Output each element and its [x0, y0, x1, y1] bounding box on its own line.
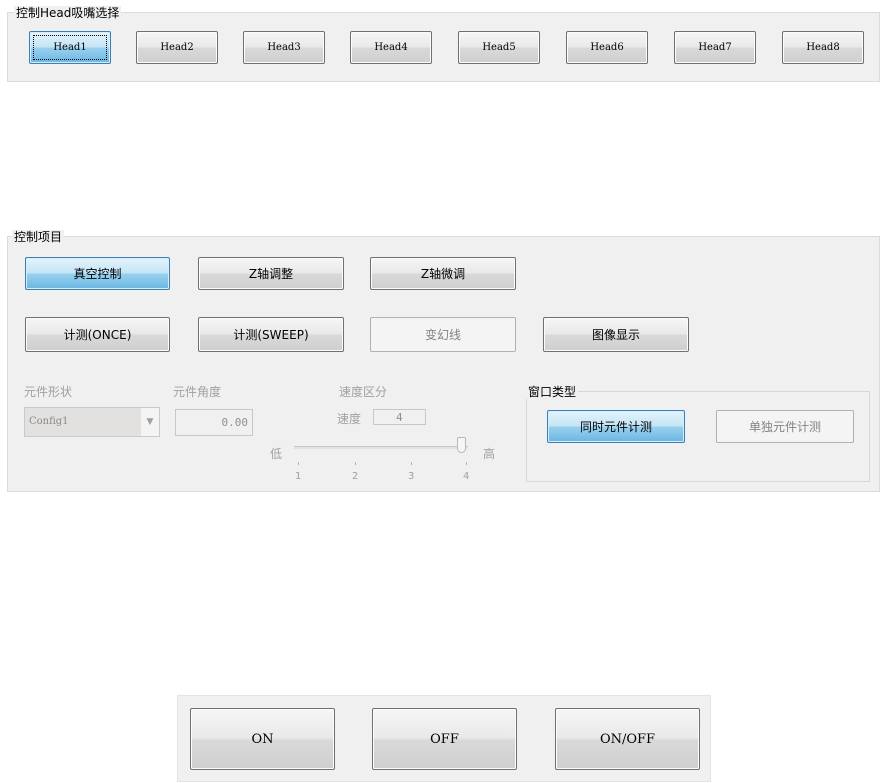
measure-once-button[interactable]: 计测(ONCE) [25, 317, 170, 352]
speed-slider-thumb[interactable] [457, 437, 466, 453]
component-angle-input[interactable]: 0.00 [175, 409, 253, 436]
speed-tick-label: 1 [295, 471, 302, 482]
component-shape-value: Config1 [29, 416, 69, 427]
speed-tick-mark [466, 462, 467, 465]
speed-slider[interactable] [292, 435, 480, 461]
speed-tick-label: 2 [352, 471, 359, 482]
head6-button[interactable]: Head6 [566, 31, 648, 64]
speed-value: 4 [396, 411, 403, 424]
on-off-button[interactable]: ON/OFF [555, 708, 700, 770]
component-angle-label: 元件角度 [173, 385, 222, 399]
control-items-group: 控制项目 真空控制 Z轴调整 Z轴微调 计测(ONCE) 计测(SWEEP) 变… [7, 230, 880, 492]
head2-button[interactable]: Head2 [136, 31, 218, 64]
z-axis-fine-tune-button[interactable]: Z轴微调 [370, 257, 516, 290]
speed-tick-label: 4 [463, 471, 470, 482]
speed-tick-mark [411, 462, 412, 465]
head4-button[interactable]: Head4 [350, 31, 432, 64]
vacuum-control-button[interactable]: 真空控制 [25, 257, 170, 290]
component-shape-label: 元件形状 [24, 385, 73, 399]
head-select-group-title: 控制Head吸嘴选择 [14, 6, 122, 20]
chevron-down-icon[interactable]: ▼ [140, 408, 159, 436]
speed-tick-label: 3 [408, 471, 415, 482]
speed-slider-track [294, 446, 468, 449]
measure-sweep-button[interactable]: 计测(SWEEP) [198, 317, 344, 352]
speed-label: 速度 [337, 412, 362, 426]
speed-value-box: 4 [373, 409, 426, 425]
window-type-group-title: 窗口类型 [526, 385, 579, 399]
head7-button[interactable]: Head7 [674, 31, 756, 64]
z-axis-adjust-button[interactable]: Z轴调整 [198, 257, 344, 290]
speed-low-label: 低 [270, 447, 283, 461]
window-type-group: 窗口类型 同时元件计测 单独元件计测 [526, 385, 870, 482]
head3-button[interactable]: Head3 [243, 31, 325, 64]
head1-button[interactable]: Head1 [29, 31, 111, 64]
component-angle-value: 0.00 [221, 416, 249, 429]
speed-tick-mark [298, 462, 299, 465]
transform-line-button[interactable]: 变幻线 [370, 317, 516, 352]
single-measure-button[interactable]: 单独元件计测 [716, 410, 854, 443]
speed-tick-mark [355, 462, 356, 465]
image-display-button[interactable]: 图像显示 [543, 317, 689, 352]
onoff-group: ON OFF ON/OFF [177, 695, 711, 782]
on-button[interactable]: ON [190, 708, 335, 770]
off-button[interactable]: OFF [372, 708, 517, 770]
head5-button[interactable]: Head5 [458, 31, 540, 64]
speed-high-label: 高 [483, 447, 496, 461]
simultaneous-measure-button[interactable]: 同时元件计测 [547, 410, 685, 443]
speed-category-label: 速度区分 [339, 385, 388, 399]
head8-button[interactable]: Head8 [782, 31, 864, 64]
component-shape-combobox[interactable]: Config1 ▼ [24, 407, 160, 437]
control-items-group-title: 控制项目 [12, 230, 65, 244]
head-select-group: 控制Head吸嘴选择 Head1 Head2 Head3 Head4 Head5… [7, 6, 880, 82]
